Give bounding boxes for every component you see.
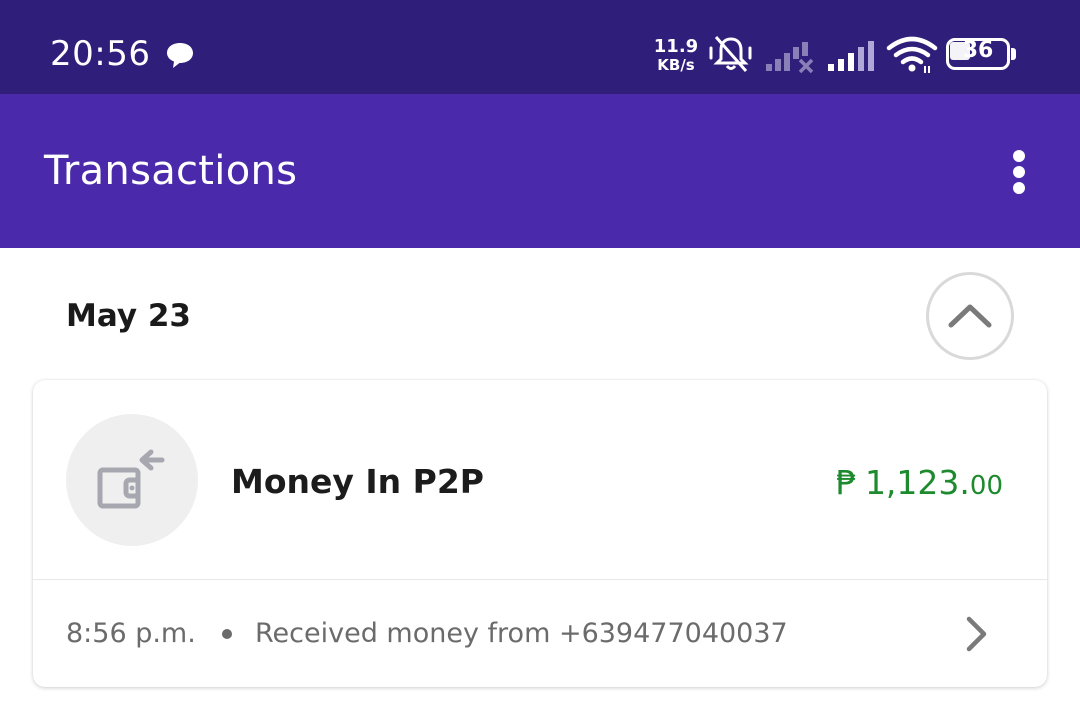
transaction-time: 8:56 p.m.: [66, 618, 196, 649]
network-speed-value: 11.9: [653, 36, 699, 57]
dot-separator: [222, 629, 232, 639]
transaction-description: Received money from +639477040037: [255, 618, 788, 649]
transaction-card[interactable]: Money In P2P ₱ 1,123.00 8:56 p.m. Receive…: [33, 380, 1047, 687]
chat-bubble-icon: [167, 43, 193, 68]
chevron-right-icon[interactable]: [961, 614, 991, 654]
status-bar: 20:56 11.9 KB/s 36: [0, 0, 1080, 94]
signal-icon: [828, 41, 874, 71]
more-vert-icon-dot: [1013, 166, 1025, 178]
app-bar: Transactions: [0, 94, 1080, 248]
signal-off-icon: [766, 42, 814, 74]
battery-icon: 36: [946, 38, 1018, 70]
transaction-icon-badge: [66, 414, 198, 546]
battery-level: 36: [962, 38, 994, 63]
date-header: May 23: [66, 298, 191, 334]
transaction-title: Money In P2P: [231, 462, 484, 501]
transaction-details-row[interactable]: 8:56 p.m. Received money from +639477040…: [33, 580, 1047, 687]
battery-tip: [1011, 48, 1016, 60]
status-time: 20:56: [50, 34, 151, 74]
collapse-section-button[interactable]: [926, 272, 1014, 360]
chevron-up-icon: [948, 304, 992, 328]
wallet-in-icon: [97, 449, 165, 509]
page-title: Transactions: [44, 148, 298, 194]
mute-icon: [709, 36, 752, 72]
amount-whole: 1,123.: [864, 463, 970, 502]
network-speed-unit: KB/s: [657, 56, 695, 74]
more-vert-icon-dot: [1013, 150, 1025, 162]
transaction-amount: ₱ 1,123.00: [836, 463, 1003, 502]
amount-cents: 00: [969, 471, 1003, 501]
wifi-icon: [886, 36, 938, 73]
network-speed: 11.9 KB/s: [652, 36, 700, 75]
currency-symbol: ₱: [835, 463, 857, 502]
more-vert-icon-dot: [1013, 182, 1025, 194]
more-options-button[interactable]: [1000, 144, 1040, 200]
transaction-summary[interactable]: Money In P2P ₱ 1,123.00: [33, 380, 1047, 580]
